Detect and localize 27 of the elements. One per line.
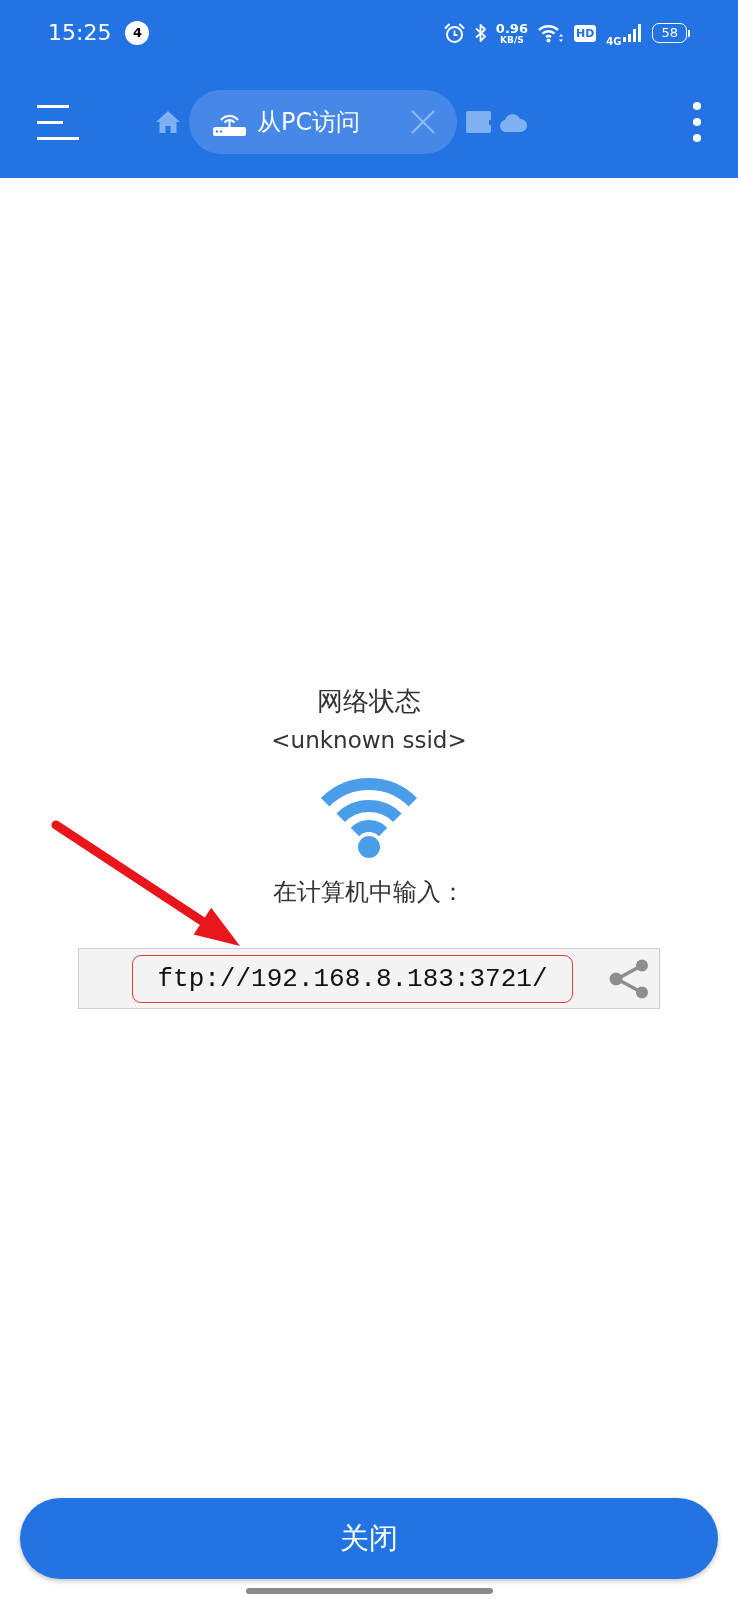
- notification-badge: 4: [125, 21, 150, 45]
- alarm-icon: [443, 22, 465, 44]
- signal-bars-icon: [622, 23, 643, 43]
- battery-indicator: 58: [652, 23, 690, 43]
- close-icon[interactable]: [411, 110, 436, 134]
- tab[interactable]: [500, 112, 528, 132]
- ftp-address: ftp://192.168.8.183:3721/: [132, 954, 573, 1003]
- wifi-icon: [321, 778, 417, 858]
- instruction-text: 在计算机中输入：: [273, 877, 465, 907]
- memory-card-icon: [466, 111, 492, 133]
- cloud-icon: [500, 112, 528, 132]
- network-speed: 0.96 KB/S: [495, 21, 528, 45]
- ssid-text: <unknown ssid>: [271, 726, 467, 754]
- bluetooth-icon: [474, 23, 486, 43]
- home-icon: [156, 110, 180, 134]
- more-options-icon[interactable]: [693, 102, 701, 142]
- network-type: 4G: [606, 34, 622, 49]
- tab[interactable]: [156, 110, 180, 134]
- close-button[interactable]: 关闭: [20, 1498, 718, 1579]
- tab[interactable]: [466, 111, 492, 133]
- hd-indicator: HD: [573, 24, 597, 42]
- status-time: 15:25: [48, 20, 112, 46]
- wifi-signal-icon: [537, 23, 564, 43]
- tab[interactable]: 从PC访问: [189, 90, 458, 154]
- menu-icon[interactable]: [37, 104, 79, 140]
- network-status-title: 网络状态: [317, 686, 421, 716]
- share-icon[interactable]: [609, 958, 649, 999]
